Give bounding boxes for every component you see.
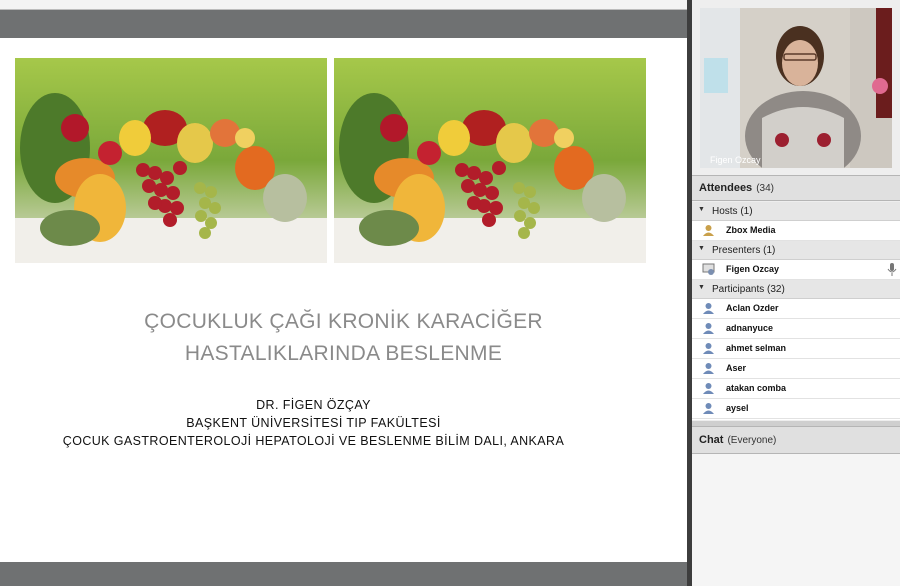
collapse-arrow-icon[interactable]: ▼ <box>698 245 705 252</box>
list-item[interactable]: Zbox Media <box>692 221 900 241</box>
collapse-arrow-icon[interactable]: ▼ <box>698 284 705 291</box>
participant-user-icon <box>703 303 714 314</box>
list-item[interactable]: Figen Ozcay <box>692 260 900 280</box>
participant-user-icon <box>703 363 714 374</box>
slide-author: DR. FİGEN ÖZÇAY <box>256 398 371 412</box>
participant-user-icon <box>703 383 714 394</box>
presentation-area: ÇOCUKLUK ÇAĞI KRONİK KARACİĞER HASTALIKL… <box>0 0 690 586</box>
presenter-name: Figen Ozcay <box>726 264 780 274</box>
group-participants-label: Participants (32) <box>712 284 785 295</box>
list-item[interactable]: atakan comba <box>692 379 900 399</box>
webcam-video: Figen Ozcay <box>700 8 892 168</box>
chat-title: Chat <box>699 434 724 446</box>
list-item[interactable]: Aser <box>692 359 900 379</box>
side-panel: Figen Ozcay Attendees (34) ▼ Hosts (1) Zb… <box>692 0 900 586</box>
collapse-arrow-icon[interactable]: ▼ <box>698 206 705 213</box>
slide-title-line2: HASTALIKLARINDA BESLENME <box>184 342 503 365</box>
participant-user-icon <box>703 323 714 334</box>
group-hosts-label: Hosts (1) <box>712 206 753 217</box>
fruit-photo-right <box>334 58 646 263</box>
group-presenters-label: Presenters (1) <box>712 245 776 256</box>
participant-name: Aclan Ozder <box>726 303 779 313</box>
host-user-icon <box>703 225 714 236</box>
window-top-strip <box>0 0 690 10</box>
chat-scope: (Everyone) <box>727 435 777 446</box>
presenter-name-label: Figen Ozcay <box>710 155 761 165</box>
participant-name: Aser <box>726 363 747 373</box>
participant-name: adnanyuce <box>726 323 774 333</box>
slide-affiliation-2: ÇOCUK GASTROENTEROLOJİ HEPATOLOJİ VE BES… <box>62 434 565 448</box>
participant-user-icon <box>703 403 714 414</box>
attendees-header[interactable]: Attendees (34) <box>692 175 900 201</box>
participant-user-icon <box>703 343 714 354</box>
slide-bottom-bar <box>0 562 690 586</box>
chat-messages-area[interactable] <box>692 454 900 586</box>
group-hosts[interactable]: ▼ Hosts (1) <box>692 202 900 221</box>
slide-affiliation-1: BAŞKENT ÜNİVERSİTESİ TIP FAKÜLTESİ <box>186 416 441 430</box>
slide-top-bar <box>0 10 690 38</box>
fruit-photo-left <box>15 58 327 263</box>
list-item[interactable]: ahmet selman <box>692 339 900 359</box>
attendees-count: (34) <box>756 183 774 194</box>
microphone-icon <box>887 263 897 276</box>
list-item[interactable]: adnanyuce <box>692 319 900 339</box>
presenter-icon <box>702 263 715 275</box>
participant-name: ahmet selman <box>726 343 787 353</box>
slide-title-line1: ÇOCUKLUK ÇAĞI KRONİK KARACİĞER <box>144 310 543 333</box>
chat-header[interactable]: Chat (Everyone) <box>692 426 900 454</box>
list-item[interactable]: aysel <box>692 399 900 419</box>
list-item[interactable]: Aclan Ozder <box>692 299 900 319</box>
attendees-title: Attendees <box>699 182 753 194</box>
participant-name: aysel <box>726 403 749 413</box>
group-participants[interactable]: ▼ Participants (32) <box>692 280 900 299</box>
host-name: Zbox Media <box>726 225 776 235</box>
group-presenters[interactable]: ▼ Presenters (1) <box>692 241 900 260</box>
attendee-list: ▼ Hosts (1) Zbox Media ▼ Presenters (1) … <box>692 202 900 420</box>
presentation-slide: ÇOCUKLUK ÇAĞI KRONİK KARACİĞER HASTALIKL… <box>0 38 687 562</box>
participant-name: atakan comba <box>726 383 787 393</box>
